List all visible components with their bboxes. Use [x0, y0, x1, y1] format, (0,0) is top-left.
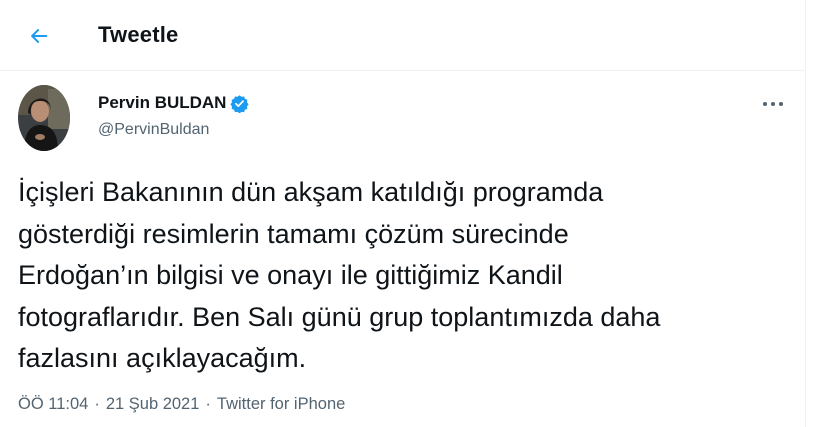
- meta-separator: ·: [94, 395, 100, 413]
- tweet-detail-view: Tweetle Pervin BULDAN @PervinBuldan İçiş…: [0, 0, 806, 427]
- author-name-row[interactable]: Pervin BULDAN: [98, 93, 250, 113]
- tweet-text: İçişleri Bakanının dün akşam katıldığı p…: [18, 177, 661, 373]
- author-handle[interactable]: @PervinBuldan: [98, 121, 209, 139]
- tweet-time[interactable]: ÖÖ 11:04: [18, 395, 88, 414]
- page-title: Tweetle: [98, 22, 179, 47]
- tweet-source[interactable]: Twitter for iPhone: [217, 395, 345, 414]
- tweet-metadata: ÖÖ 11:04 · 21 Şub 2021 · Twitter for iPh…: [18, 395, 345, 414]
- meta-separator: ·: [205, 395, 211, 413]
- avatar[interactable]: [18, 85, 70, 151]
- more-options-button[interactable]: [756, 90, 790, 118]
- arrow-left-icon: [31, 29, 48, 43]
- verified-badge-icon: [230, 94, 250, 113]
- back-button[interactable]: [20, 17, 58, 55]
- tweet-date[interactable]: 21 Şub 2021: [106, 395, 200, 414]
- more-horizontal-icon: [763, 102, 783, 106]
- top-bar: Tweetle: [0, 0, 805, 71]
- author-display-name: Pervin BULDAN: [98, 93, 227, 112]
- profile-photo: [18, 85, 70, 151]
